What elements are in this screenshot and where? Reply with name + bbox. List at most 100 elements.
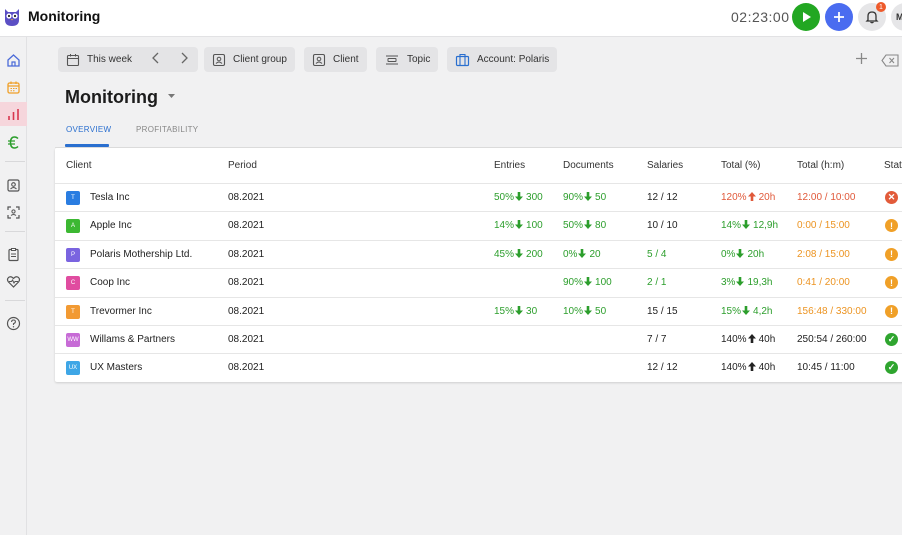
previous-period-button[interactable] — [151, 51, 161, 68]
tab-overview[interactable]: OVERVIEW — [66, 125, 111, 134]
header-total-hours[interactable]: Total (h:m) — [797, 160, 844, 171]
page-title: Monitoring — [65, 87, 158, 107]
total-hours: 12:00 / 10:00 — [797, 192, 856, 203]
calendar-icon — [66, 53, 80, 66]
entries-percent: 45% — [494, 248, 515, 260]
status-warning-icon: ! — [885, 304, 898, 318]
next-period-button[interactable] — [179, 51, 189, 68]
plus-icon — [834, 12, 844, 22]
week-filter[interactable]: This week — [58, 47, 198, 72]
total-percent-percent: 140% — [721, 362, 747, 374]
client-name[interactable]: Coop Inc — [90, 277, 130, 288]
chevron-left-icon — [152, 52, 159, 64]
header-entries[interactable]: Entries — [494, 160, 525, 171]
sidebar-divider — [5, 231, 25, 232]
sidebar-item-calendar[interactable] — [0, 75, 27, 99]
client-avatar: A — [66, 219, 80, 234]
header-status[interactable]: Stat — [884, 160, 902, 171]
sidebar-item-home[interactable] — [0, 48, 27, 72]
total-percent: 140% 40h — [721, 362, 775, 374]
client-filter-label: Client — [333, 54, 359, 65]
sidebar-item-monitoring[interactable] — [0, 102, 27, 126]
table-row[interactable]: T Trevormer Inc 08.2021 15% 30 10% 50 15 / 15 15… — [55, 296, 902, 325]
total-percent-value: 12,9h — [753, 220, 779, 232]
table-row[interactable]: WW Willams & Partners 08.2021 7 / 7 140% 40h 2… — [55, 325, 902, 353]
arrow-down-icon — [736, 277, 745, 289]
table-row[interactable]: P Polaris Mothership Ltd. 08.2021 45% 200 0% 2… — [55, 239, 902, 268]
account-filter[interactable]: Account: Polaris — [447, 47, 558, 72]
status-warning-icon: ! — [885, 247, 898, 261]
arrow-up-icon — [747, 192, 756, 204]
timer-display: 02:23:00 — [731, 9, 790, 25]
period: 08.2021 — [228, 305, 265, 317]
sidebar-item-tasks[interactable] — [0, 242, 27, 266]
table-row[interactable]: T Tesla Inc 08.2021 50% 300 90% 50 12 / 12 120% 2… — [55, 183, 902, 211]
client-group-filter-label: Client group — [233, 54, 287, 65]
total-hours: 156:48 / 330:00 — [797, 305, 867, 317]
add-filter-button[interactable] — [855, 50, 868, 70]
notifications-button[interactable]: 1 — [858, 2, 886, 31]
client-name[interactable]: Tesla Inc — [90, 192, 129, 203]
header-salaries[interactable]: Salaries — [647, 160, 683, 171]
sidebar-item-contacts[interactable] — [0, 173, 27, 197]
period: 08.2021 — [228, 334, 265, 345]
client-avatar: T — [66, 191, 80, 205]
client-name[interactable]: Polaris Mothership Ltd. — [90, 249, 192, 260]
sidebar-item-scan[interactable] — [0, 200, 27, 224]
header-documents[interactable]: Documents — [563, 160, 614, 171]
sidebar-item-finance[interactable] — [0, 130, 27, 154]
clear-filters-button[interactable] — [881, 54, 900, 72]
arrow-up-icon — [747, 362, 756, 374]
arrow-down-icon — [578, 248, 587, 261]
client-name[interactable]: Apple Inc — [90, 220, 132, 231]
entries-percent: 14% — [494, 220, 515, 232]
table-row[interactable]: UX UX Masters 08.2021 12 / 12 140% 40h 10:45 /… — [55, 353, 902, 381]
table-row[interactable]: C Coop Inc 08.2021 90% 100 2 / 1 3% 19,3h 0:41 /… — [55, 268, 902, 296]
start-timer-button[interactable] — [792, 3, 820, 31]
entries-percent: 50% — [494, 192, 515, 203]
arrow-down-icon — [742, 305, 751, 318]
client-filter[interactable]: Client — [304, 47, 367, 72]
header-total-percent[interactable]: Total (%) — [721, 160, 760, 171]
total-percent: 14% 12,9h — [721, 220, 778, 232]
total-percent-percent: 0% — [721, 248, 736, 260]
avatar[interactable]: M — [891, 3, 902, 31]
total-percent-percent: 120% — [721, 192, 747, 203]
documents: 50% 80 — [563, 220, 606, 232]
topic-filter[interactable]: Topic — [376, 47, 439, 72]
client-avatar: P — [66, 247, 80, 262]
total-percent-value: 4,2h — [753, 305, 773, 317]
contact-card-icon — [312, 53, 326, 66]
total-percent-percent: 14% — [721, 220, 742, 232]
total-percent-value: 20h — [747, 248, 765, 260]
documents: 0% 20 — [563, 248, 601, 261]
total-percent: 0% 20h — [721, 248, 765, 261]
documents-value: 50 — [595, 305, 607, 317]
total-percent-value: 20h — [758, 192, 776, 203]
client-avatar: C — [66, 276, 80, 291]
clipboard-icon — [8, 247, 19, 261]
client-name[interactable]: UX Masters — [90, 362, 142, 373]
caret-down-icon[interactable] — [167, 93, 176, 99]
period: 08.2021 — [228, 192, 265, 203]
header-client[interactable]: Client — [66, 160, 92, 171]
period: 08.2021 — [228, 277, 265, 289]
documents-percent: 10% — [563, 305, 584, 317]
client-name[interactable]: Trevormer Inc — [90, 306, 152, 317]
sidebar-item-health[interactable] — [0, 269, 27, 293]
add-entry-button[interactable] — [825, 3, 853, 31]
client-group-filter[interactable]: Client group — [204, 47, 295, 72]
sidebar-item-help[interactable] — [0, 311, 27, 335]
client-name[interactable]: Willams & Partners — [90, 334, 175, 345]
total-percent: 140% 40h — [721, 334, 775, 346]
header-period[interactable]: Period — [228, 160, 257, 171]
table-row[interactable]: A Apple Inc 08.2021 14% 100 50% 80 10 / 10 14% 12… — [55, 211, 902, 239]
face-scan-icon — [7, 205, 20, 219]
status-error-icon: ✕ — [885, 191, 898, 204]
total-percent: 3% 19,3h — [721, 277, 772, 289]
total-percent-value: 40h — [758, 362, 776, 374]
documents: 90% 100 — [563, 277, 612, 289]
entries: 45% 200 — [494, 248, 543, 261]
salaries: 5 / 4 — [647, 248, 667, 260]
tab-profitability[interactable]: PROFITABILITY — [136, 125, 198, 134]
